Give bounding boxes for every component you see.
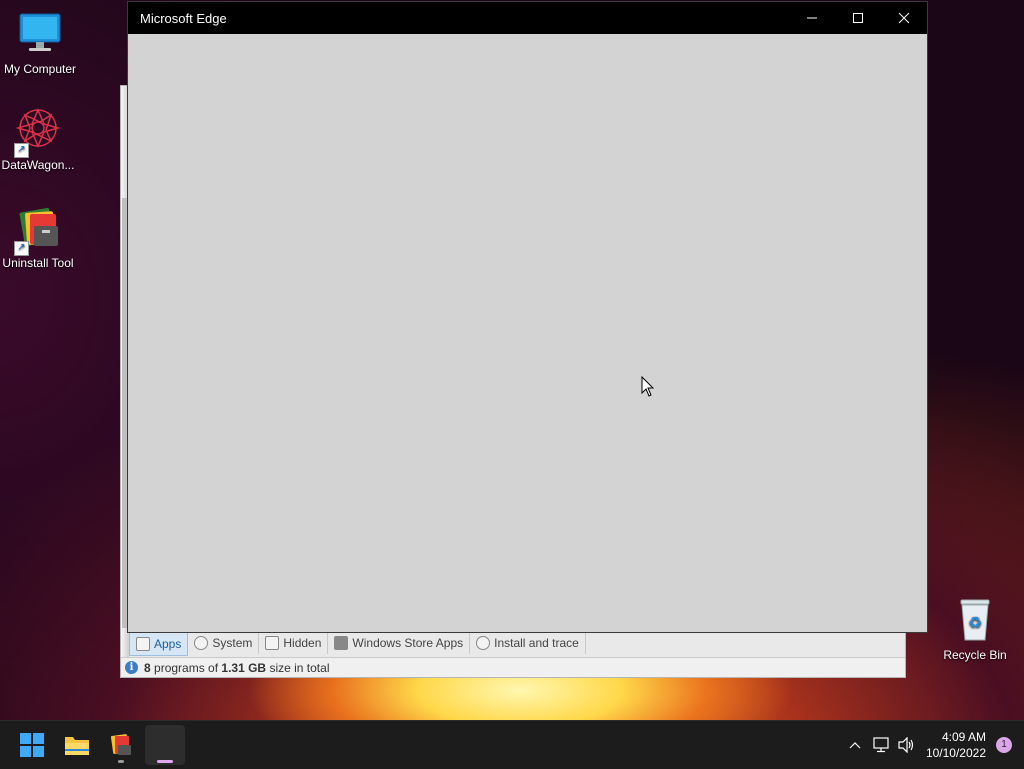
windows-start-icon xyxy=(20,733,44,757)
start-button[interactable] xyxy=(12,725,52,765)
clock-date: 10/10/2022 xyxy=(925,746,986,760)
window-controls xyxy=(789,2,927,34)
info-icon: i xyxy=(125,661,138,674)
datawagon-icon: ↗ xyxy=(14,106,62,158)
chevron-up-icon xyxy=(849,742,861,749)
desktop-icon-label: DataWagon... xyxy=(1,158,75,172)
system-tray: 4:09 AM 10/10/2022 1 xyxy=(842,721,1024,769)
edge-titlebar[interactable]: Microsoft Edge xyxy=(128,2,927,34)
blank-app-icon xyxy=(155,735,175,755)
running-indicator xyxy=(118,760,124,763)
uninstall-tool-icon xyxy=(110,734,131,755)
desktop-icon-label: Uninstall Tool xyxy=(2,256,74,270)
network-button[interactable] xyxy=(868,730,894,760)
network-icon xyxy=(873,737,889,753)
shortcut-arrow-icon: ↗ xyxy=(14,241,29,256)
program-count: 8 xyxy=(144,660,151,675)
maximize-button[interactable] xyxy=(835,2,881,34)
status-text-part: size in total xyxy=(269,660,330,675)
status-bar: i 8 programs of 1.31 GB size in total xyxy=(121,657,905,677)
taskbar-active-app[interactable] xyxy=(145,725,185,765)
status-text-part: programs of xyxy=(154,660,219,675)
computer-icon xyxy=(16,10,64,58)
maximize-icon xyxy=(853,13,863,23)
speaker-icon xyxy=(898,737,914,753)
tab-hidden[interactable]: Hidden xyxy=(259,632,329,654)
shortcut-arrow-icon: ↗ xyxy=(14,143,29,158)
tab-install-and-trace[interactable]: Install and trace xyxy=(470,632,586,654)
window-title: Microsoft Edge xyxy=(140,10,227,26)
recycle-bin-icon: ♻ xyxy=(951,596,999,644)
minimize-icon xyxy=(807,17,817,19)
clock-time: 4:09 AM xyxy=(941,730,986,744)
desktop-icon-recycle-bin[interactable]: ♻ Recycle Bin xyxy=(937,596,1013,662)
desktop-icon-my-computer[interactable]: My Computer xyxy=(0,10,80,76)
desktop-icon-datawagon[interactable]: ↗ DataWagon... xyxy=(0,106,78,172)
tab-windows-store-apps[interactable]: Windows Store Apps xyxy=(328,632,471,654)
tab-label: Apps xyxy=(154,637,182,651)
taskbar-uninstall-tool[interactable] xyxy=(101,725,141,765)
install-trace-icon xyxy=(476,636,491,650)
svg-text:♻: ♻ xyxy=(968,613,982,632)
clock[interactable]: 4:09 AM 10/10/2022 xyxy=(920,729,996,761)
volume-button[interactable] xyxy=(894,730,920,760)
tab-label: Windows Store Apps xyxy=(352,636,464,650)
tab-label: Hidden xyxy=(283,636,322,650)
windows-logo-icon xyxy=(334,636,349,650)
minimize-button[interactable] xyxy=(789,2,835,34)
desktop-icon-uninstall-tool[interactable]: ↗ Uninstall Tool xyxy=(0,204,78,270)
gear-icon xyxy=(194,636,209,650)
hidden-icon xyxy=(265,636,280,650)
taskbar-file-explorer[interactable] xyxy=(57,725,97,765)
edge-content-area[interactable] xyxy=(128,34,927,632)
show-hidden-icons-button[interactable] xyxy=(842,730,868,760)
mouse-cursor-icon xyxy=(641,375,655,403)
notification-badge[interactable]: 1 xyxy=(996,737,1012,753)
desktop-icon-label: Recycle Bin xyxy=(943,648,1007,662)
close-icon xyxy=(898,12,910,24)
tab-label: System xyxy=(212,636,253,650)
edge-window[interactable]: Microsoft Edge xyxy=(127,1,928,633)
file-explorer-icon xyxy=(65,737,89,755)
tab-system[interactable]: System xyxy=(188,632,260,654)
taskbar: 4:09 AM 10/10/2022 1 xyxy=(0,720,1024,769)
tab-label: Install and trace xyxy=(494,636,579,650)
category-tabbar: Apps System Hidden Windows Store Apps In… xyxy=(129,632,586,656)
desktop-icon-label: My Computer xyxy=(3,62,77,76)
status-text: 8 programs of 1.31 GB size in total xyxy=(144,661,329,675)
tab-apps[interactable]: Apps xyxy=(129,632,189,656)
apps-icon xyxy=(136,637,150,651)
close-button[interactable] xyxy=(881,2,927,34)
uninstall-tool-icon: ↗ xyxy=(14,204,62,256)
total-size: 1.31 GB xyxy=(221,660,267,675)
active-indicator xyxy=(157,760,173,763)
